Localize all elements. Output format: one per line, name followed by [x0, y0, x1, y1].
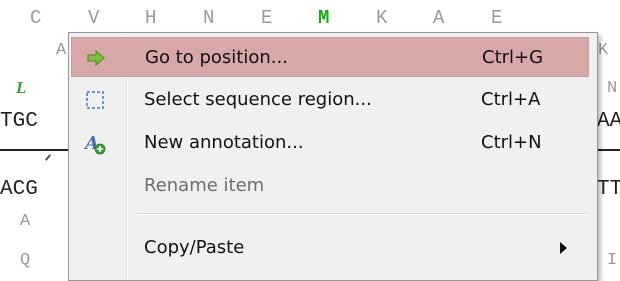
amino-acid-letter: E: [261, 7, 273, 29]
context-menu: Go to position... Ctrl+G Select sequence…: [68, 32, 598, 281]
menu-item-label: Copy/Paste: [144, 237, 245, 258]
amino-acid-letter: K: [598, 41, 609, 60]
dna-strand-bottom-left: ACG: [0, 178, 38, 201]
amino-acid-letter: N: [203, 7, 215, 29]
frame-letter: L: [16, 78, 27, 97]
ruler-tick: [44, 154, 52, 161]
menu-item-label: Rename item: [144, 175, 265, 196]
amino-acid-letter: A: [433, 7, 445, 29]
amino-acid-letter: E: [491, 7, 503, 29]
amino-acid-letter: V: [88, 7, 100, 29]
amino-acid-letter-highlighted: M: [318, 7, 330, 29]
menu-item-copy-paste[interactable]: Copy/Paste: [71, 225, 589, 265]
amino-acid-letter: Q: [20, 251, 31, 270]
amino-acid-letter: N: [607, 79, 618, 98]
amino-acid-letter: C: [30, 7, 42, 29]
green-arrow-icon: [85, 47, 107, 69]
strand-divider: [0, 149, 68, 151]
menu-item-go-to-position[interactable]: Go to position... Ctrl+G: [71, 37, 589, 77]
menu-item-label: New annotation...: [144, 132, 304, 153]
menu-item-shortcut: Ctrl+A: [481, 89, 541, 110]
dashed-selection-icon: [84, 89, 106, 111]
amino-acid-letter: I: [607, 251, 618, 270]
menu-item-new-annotation[interactable]: A New annotation... Ctrl+N: [71, 123, 589, 163]
menu-separator: [137, 213, 587, 215]
amino-acid-letter: K: [376, 7, 388, 29]
menu-item-label: Select sequence region...: [144, 89, 372, 110]
amino-acid-letter: A: [56, 41, 67, 60]
amino-acid-letter: H: [145, 7, 157, 29]
menu-item-rename-item: Rename item: [71, 166, 589, 206]
menu-item-shortcut: Ctrl+N: [481, 132, 542, 153]
submenu-arrow-icon: [560, 242, 567, 254]
dna-strand-top-left: TGC: [0, 110, 38, 133]
dna-strand-top-right: AA: [597, 110, 620, 133]
dna-strand-bottom-right: TT: [597, 178, 620, 201]
menu-item-label: Go to position...: [145, 47, 288, 68]
menu-item-select-sequence-region[interactable]: Select sequence region... Ctrl+A: [71, 80, 589, 120]
annotation-add-icon: A: [83, 132, 106, 155]
menu-item-shortcut: Ctrl+G: [482, 47, 544, 68]
amino-acid-letter: A: [20, 212, 31, 231]
strand-divider: [596, 149, 620, 151]
